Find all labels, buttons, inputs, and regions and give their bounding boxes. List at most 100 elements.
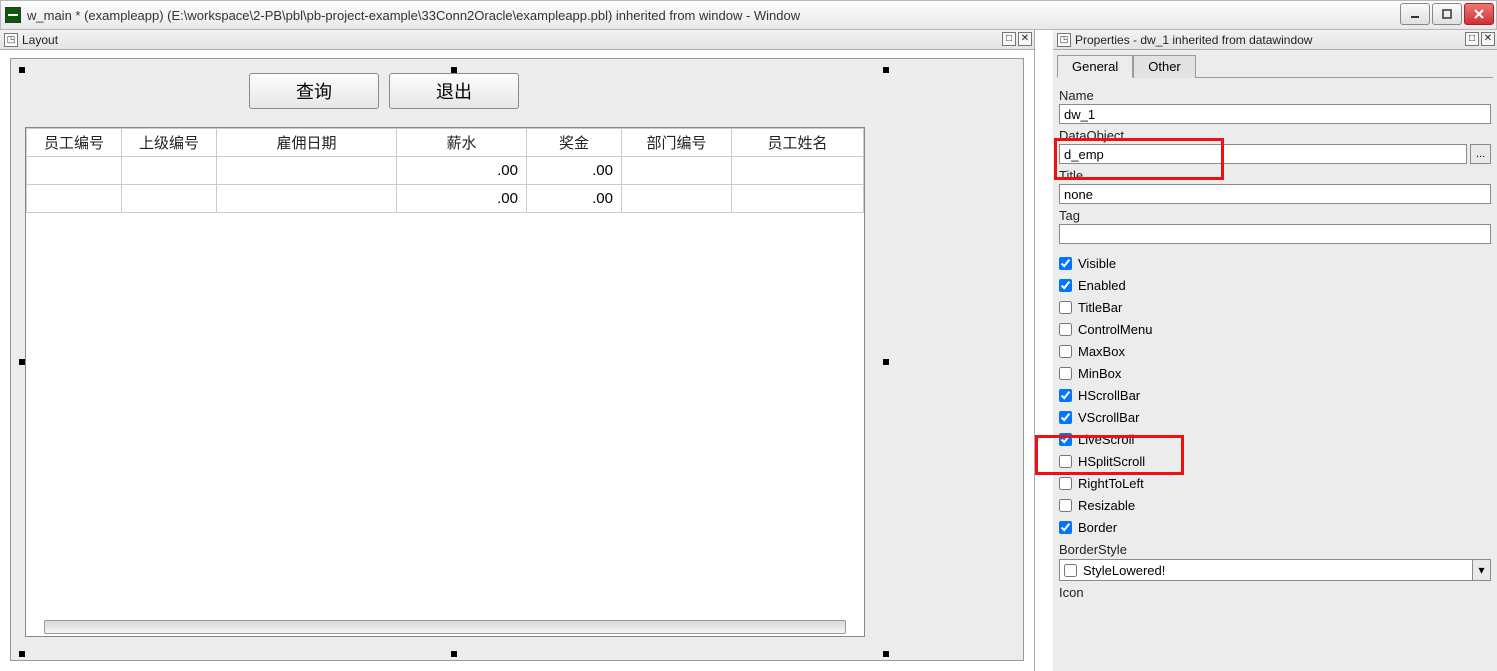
check-livescroll[interactable]: LiveScroll	[1059, 428, 1491, 450]
checkbox-resizable[interactable]	[1059, 499, 1072, 512]
checkbox-visible[interactable]	[1059, 257, 1072, 270]
selection-handle[interactable]	[883, 651, 889, 657]
check-hscrollbar[interactable]: HScrollBar	[1059, 384, 1491, 406]
cell[interactable]: .00	[527, 185, 622, 213]
properties-pane-icon: ◳	[1057, 33, 1071, 47]
close-button[interactable]	[1464, 3, 1494, 25]
layout-pane-icon: ◳	[4, 33, 18, 47]
exit-button[interactable]: 退出	[389, 73, 519, 109]
tab-other[interactable]: Other	[1133, 55, 1196, 78]
check-enabled[interactable]: Enabled	[1059, 274, 1491, 296]
checkbox-enabled[interactable]	[1059, 279, 1072, 292]
check-label: Visible	[1078, 256, 1116, 271]
checkbox-maxbox[interactable]	[1059, 345, 1072, 358]
properties-pane-title: Properties - dw_1 inherited from datawin…	[1075, 33, 1312, 47]
label-name: Name	[1059, 88, 1491, 103]
cell[interactable]	[217, 185, 397, 213]
tab-general[interactable]: General	[1057, 55, 1133, 78]
chevron-down-icon[interactable]: ▾	[1473, 559, 1491, 581]
properties-pane-header: ◳ Properties - dw_1 inherited from dataw…	[1053, 30, 1497, 50]
combo-borderstyle[interactable]: StyleLowered! ▾	[1059, 559, 1491, 581]
input-name[interactable]	[1059, 104, 1491, 124]
datawindow-grid: 员工编号 上级编号 雇佣日期 薪水 奖金 部门编号 员工姓名	[26, 128, 864, 213]
splitter[interactable]	[1035, 30, 1053, 671]
datawindow-hscrollbar[interactable]	[44, 620, 846, 634]
maximize-button[interactable]	[1432, 3, 1462, 25]
input-dataobject[interactable]	[1059, 144, 1467, 164]
label-icon: Icon	[1059, 585, 1491, 600]
borderstyle-check[interactable]	[1064, 564, 1077, 577]
label-tag: Tag	[1059, 208, 1491, 223]
check-minbox[interactable]: MinBox	[1059, 362, 1491, 384]
label-borderstyle: BorderStyle	[1059, 542, 1491, 557]
properties-pane-close-button[interactable]: ✕	[1481, 32, 1495, 46]
input-tag[interactable]	[1059, 224, 1491, 244]
check-hsplitscroll[interactable]: HSplitScroll	[1059, 450, 1491, 472]
col-header: 奖金	[527, 129, 622, 157]
layout-pane-max-button[interactable]: □	[1002, 32, 1016, 46]
checkbox-border[interactable]	[1059, 521, 1072, 534]
app-icon	[5, 7, 21, 23]
checkbox-minbox[interactable]	[1059, 367, 1072, 380]
table-header-row: 员工编号 上级编号 雇佣日期 薪水 奖金 部门编号 员工姓名	[27, 129, 864, 157]
window-title: w_main * (exampleapp) (E:\workspace\2-PB…	[27, 8, 800, 23]
col-header: 部门编号	[622, 129, 732, 157]
check-vscrollbar[interactable]: VScrollBar	[1059, 406, 1491, 428]
cell[interactable]	[732, 157, 864, 185]
col-header: 员工姓名	[732, 129, 864, 157]
cell[interactable]: .00	[527, 157, 622, 185]
check-border[interactable]: Border	[1059, 516, 1491, 538]
checkbox-hscrollbar[interactable]	[1059, 389, 1072, 402]
properties-pane-max-button[interactable]: □	[1465, 32, 1479, 46]
layout-pane-title: Layout	[22, 33, 58, 47]
check-righttoleft[interactable]: RightToLeft	[1059, 472, 1491, 494]
query-button[interactable]: 查询	[249, 73, 379, 109]
checkbox-righttoleft[interactable]	[1059, 477, 1072, 490]
cell[interactable]	[27, 157, 122, 185]
cell[interactable]	[732, 185, 864, 213]
check-label: VScrollBar	[1078, 410, 1139, 425]
check-label: HSplitScroll	[1078, 454, 1145, 469]
selection-handle[interactable]	[19, 651, 25, 657]
checkbox-hsplitscroll[interactable]	[1059, 455, 1072, 468]
table-row[interactable]: .00 .00	[27, 185, 864, 213]
checkbox-controlmenu[interactable]	[1059, 323, 1072, 336]
check-label: Border	[1078, 520, 1117, 535]
checkbox-titlebar[interactable]	[1059, 301, 1072, 314]
cell[interactable]	[622, 185, 732, 213]
cell[interactable]	[217, 157, 397, 185]
cell[interactable]: .00	[397, 185, 527, 213]
checkbox-livescroll[interactable]	[1059, 433, 1072, 446]
check-visible[interactable]: Visible	[1059, 252, 1491, 274]
selection-handle[interactable]	[19, 67, 25, 73]
dataobject-browse-button[interactable]: ...	[1470, 144, 1491, 164]
cell[interactable]	[122, 157, 217, 185]
check-controlmenu[interactable]: ControlMenu	[1059, 318, 1491, 340]
checkbox-vscrollbar[interactable]	[1059, 411, 1072, 424]
cell[interactable]	[27, 185, 122, 213]
cell[interactable]	[122, 185, 217, 213]
check-maxbox[interactable]: MaxBox	[1059, 340, 1491, 362]
design-surface[interactable]: 查询 退出 员工编号 上级编号 雇佣日期 薪水 奖金 部门编号	[10, 58, 1024, 661]
check-resizable[interactable]: Resizable	[1059, 494, 1491, 516]
layout-pane-close-button[interactable]: ✕	[1018, 32, 1032, 46]
window-design-area[interactable]: 查询 退出 员工编号 上级编号 雇佣日期 薪水 奖金 部门编号	[19, 67, 889, 657]
maximize-icon	[1442, 9, 1452, 19]
selection-handle[interactable]	[883, 359, 889, 365]
datawindow-control[interactable]: 员工编号 上级编号 雇佣日期 薪水 奖金 部门编号 员工姓名	[25, 127, 865, 637]
selection-handle[interactable]	[883, 67, 889, 73]
check-label: Enabled	[1078, 278, 1126, 293]
selection-handle[interactable]	[451, 651, 457, 657]
col-header: 员工编号	[27, 129, 122, 157]
check-titlebar[interactable]: TitleBar	[1059, 296, 1491, 318]
input-title[interactable]	[1059, 184, 1491, 204]
cell[interactable]: .00	[397, 157, 527, 185]
minimize-button[interactable]	[1400, 3, 1430, 25]
borderstyle-value: StyleLowered!	[1083, 563, 1165, 578]
table-row[interactable]: .00 .00	[27, 157, 864, 185]
cell[interactable]	[622, 157, 732, 185]
col-header: 雇佣日期	[217, 129, 397, 157]
properties-tabs: General Other	[1053, 50, 1497, 77]
label-title: Title	[1059, 168, 1491, 183]
check-label: HScrollBar	[1078, 388, 1140, 403]
